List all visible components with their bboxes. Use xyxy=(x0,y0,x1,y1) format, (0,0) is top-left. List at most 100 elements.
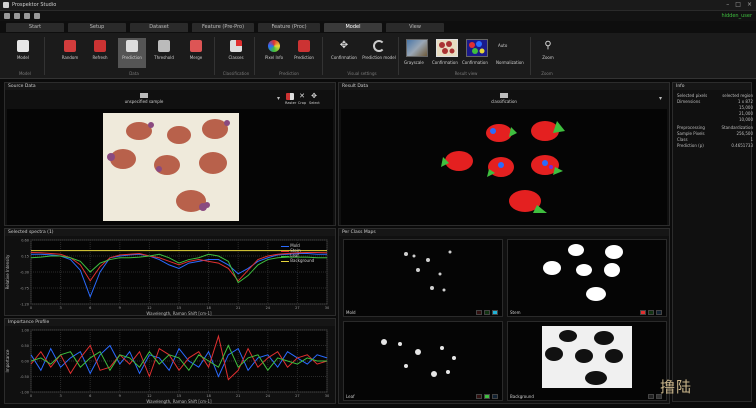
group-label-prediction: Prediction xyxy=(279,71,299,76)
open-folder-icon[interactable] xyxy=(14,13,20,19)
group-label-classification: Classification xyxy=(222,71,250,76)
zoom-button[interactable]: ⚲ Zoom xyxy=(534,38,562,68)
x-tick-label: 9 xyxy=(119,306,121,310)
y-tick-label: 0.60 xyxy=(21,239,29,243)
x-tick-label: 0 xyxy=(30,306,32,310)
swatch[interactable] xyxy=(648,394,654,399)
y-tick-label: -0.30 xyxy=(20,271,29,275)
source-image-viewport[interactable] xyxy=(7,109,333,225)
y-axis-label: Relative Intensity xyxy=(5,254,10,289)
window-controls: – □ × xyxy=(726,1,752,8)
swatch[interactable] xyxy=(476,394,482,399)
prediction-model-button[interactable]: Prediction model xyxy=(362,38,396,68)
y-tick-label: 0.00 xyxy=(21,360,29,364)
x-tick-label: 24 xyxy=(266,306,271,310)
confirmation-view-thumbnail[interactable] xyxy=(436,39,458,57)
tile-label: Stem xyxy=(510,310,521,315)
importance-profile-chart[interactable]: 1.00 0.50 0.00 -0.50 -1.000 3 6 9 12 15 18 21 24 27 30… xyxy=(5,326,335,405)
swatch[interactable] xyxy=(484,310,490,315)
classes-button[interactable]: Classes xyxy=(222,38,250,68)
color-swatch-mold[interactable] xyxy=(492,310,498,315)
prediction-model-icon xyxy=(373,40,385,52)
grayscale-thumbnail[interactable] xyxy=(406,39,428,57)
group-label-result-view: Result view xyxy=(454,71,478,76)
ribbon: Model Random Refresh Prediction Threshol… xyxy=(0,33,756,79)
tab-model[interactable]: Model xyxy=(324,23,382,32)
new-file-icon[interactable] xyxy=(4,13,10,19)
result-dropdown-chevron-icon[interactable]: ▾ xyxy=(659,95,662,102)
class-map-leaf[interactable]: Leaf xyxy=(343,321,503,401)
ribbon-tabs: Start Setup Dataset Feature (Pre-Pro) Fe… xyxy=(0,21,756,33)
quick-access-toolbar: hidden_user xyxy=(0,11,756,21)
tab-setup[interactable]: Setup xyxy=(68,23,126,32)
color-swatch-stem[interactable] xyxy=(640,310,646,315)
pixel-info-icon xyxy=(268,40,280,52)
close-icon[interactable]: × xyxy=(747,1,752,8)
select-tool[interactable]: ✥ Select xyxy=(309,93,320,106)
x-axis-label: Wavelength, Raman Shift [cm-1] xyxy=(146,311,212,316)
source-data-header: Source Data xyxy=(5,83,335,90)
tab-feature-prepro[interactable]: Feature (Pre-Pro) xyxy=(192,23,254,32)
normalization-input[interactable]: Auto xyxy=(498,43,507,48)
save-icon[interactable] xyxy=(24,13,30,19)
merge-button[interactable]: Merge xyxy=(182,38,210,68)
prediction-list-icon xyxy=(298,40,310,52)
class-map-stem[interactable]: Stem xyxy=(507,239,667,317)
tile-label: Background xyxy=(510,394,534,399)
info-row: Sample Pixels 256,500 xyxy=(677,131,753,136)
swatch[interactable] xyxy=(656,310,662,315)
class-map-background[interactable]: Background xyxy=(507,321,667,401)
info-row: Dimensions 1 x 872 xyxy=(677,99,753,104)
class-map-thumb-icon xyxy=(469,41,485,54)
threshold-icon xyxy=(158,40,170,52)
y-tick-label: -1.00 xyxy=(20,391,29,395)
threshold-button[interactable]: Threshold xyxy=(150,38,178,68)
x-tick-label: 21 xyxy=(236,306,240,310)
tab-start[interactable]: Start xyxy=(6,23,64,32)
class-map-mold[interactable]: Mold xyxy=(343,239,503,317)
x-tick-label: 0 xyxy=(30,394,32,398)
spectra-legend: Mold Stem Leaf Background xyxy=(281,243,331,263)
swatch[interactable] xyxy=(476,310,482,315)
x-tick-label: 27 xyxy=(295,394,299,398)
tab-feature-proc[interactable]: Feature (Proc) xyxy=(258,23,320,32)
refresh-icon xyxy=(94,40,106,52)
strawberry-thumb-icon xyxy=(439,41,455,54)
normalization-label: Normalization xyxy=(496,60,524,65)
pixel-info-button[interactable]: Pixel Info xyxy=(260,38,288,68)
model-button[interactable]: Model xyxy=(8,38,38,68)
tab-dataset[interactable]: Dataset xyxy=(130,23,188,32)
importance-profile-header: Importance Profile xyxy=(5,319,335,326)
y-tick-label: 1.00 xyxy=(21,329,29,333)
result-image-viewport[interactable] xyxy=(341,109,667,225)
random-button[interactable]: Random xyxy=(56,38,84,68)
swatch[interactable] xyxy=(492,394,498,399)
image-icon xyxy=(140,93,148,98)
minimize-icon[interactable]: – xyxy=(726,1,729,8)
info-row: Selected pixels selected region xyxy=(677,93,753,98)
source-image-selector[interactable]: unspecified sample xyxy=(109,93,179,104)
prediction-button[interactable]: Prediction xyxy=(118,38,146,68)
confirmation-icon: ✥ xyxy=(339,40,349,51)
app-logo-icon xyxy=(3,2,9,8)
confirmation-color-thumbnail[interactable] xyxy=(466,39,488,57)
y-tick-label: -1.20 xyxy=(20,303,29,307)
swatch[interactable] xyxy=(648,310,654,315)
prediction-list-button[interactable]: Prediction xyxy=(290,38,318,68)
save-as-icon[interactable] xyxy=(34,13,40,19)
confirmation-button[interactable]: ✥ Confirmation xyxy=(328,38,360,68)
color-swatch-leaf[interactable] xyxy=(484,394,490,399)
ribbon-separator xyxy=(44,37,45,75)
legend-item-background: Background xyxy=(281,258,331,263)
result-image-selector[interactable]: classification xyxy=(469,93,539,104)
crop-icon: ✕ xyxy=(299,92,305,100)
refresh-button[interactable]: Refresh xyxy=(86,38,114,68)
x-tick-label: 3 xyxy=(59,306,61,310)
x-tick-label: 3 xyxy=(59,394,61,398)
tab-view[interactable]: View xyxy=(386,23,444,32)
source-dropdown-chevron-icon[interactable]: ▾ xyxy=(277,95,280,102)
result-class-map xyxy=(441,121,565,213)
crop-tool[interactable]: ✕ Crop xyxy=(297,92,307,106)
maximize-icon[interactable]: □ xyxy=(735,1,741,8)
raster-tool[interactable]: Raster xyxy=(285,93,296,105)
